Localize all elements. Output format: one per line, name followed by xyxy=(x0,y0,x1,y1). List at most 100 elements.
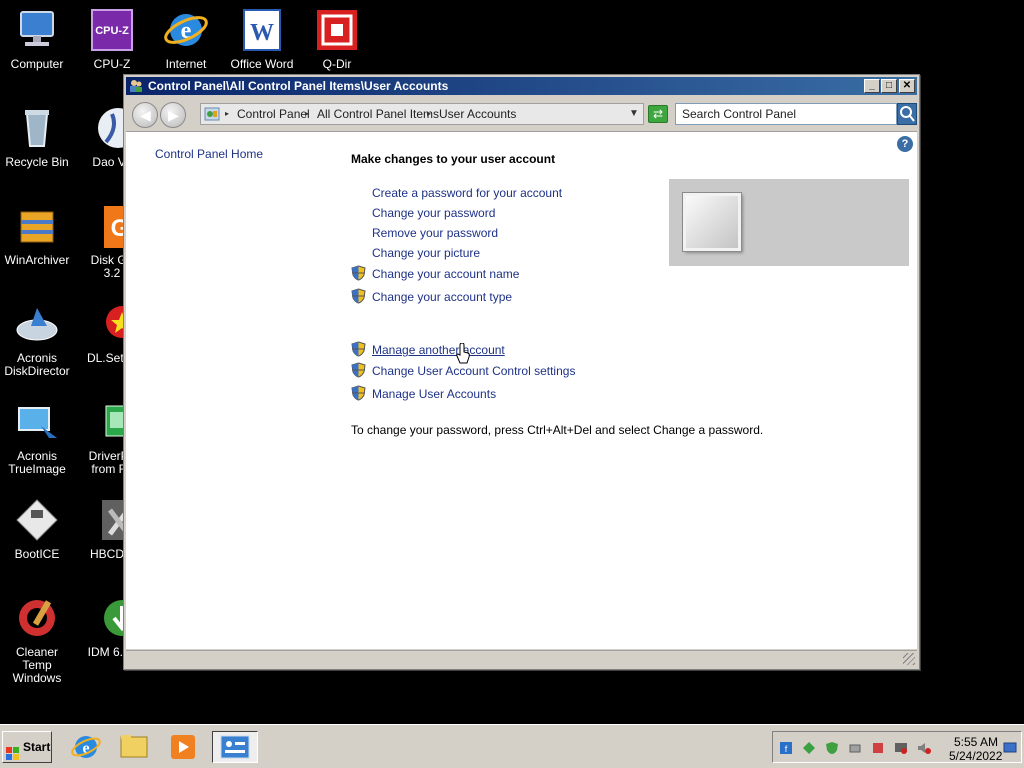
system-tray: f 5:55 AM 5/24/2022 xyxy=(772,731,1022,763)
desktop-icon-label: Acronis DiskDirector xyxy=(4,351,70,378)
manage-user-accounts-link[interactable]: Manage User Accounts xyxy=(372,387,496,401)
desktop-icon-recycle-bin[interactable]: Recycle Bin xyxy=(0,104,74,169)
refresh-button[interactable]: ⇄ xyxy=(648,105,668,123)
taskbar-control-panel[interactable] xyxy=(212,731,258,763)
start-label: Start xyxy=(23,740,51,754)
page-heading: Make changes to your user account xyxy=(351,152,556,166)
breadcrumb-control-panel[interactable]: Control Panel xyxy=(237,104,310,124)
navigation-toolbar: ◀ ▶ ▸ Control Panel ▸ All Control Panel … xyxy=(126,97,917,129)
word-icon: W xyxy=(238,6,286,54)
search-input[interactable]: Search Control Panel xyxy=(675,103,897,125)
control-panel-icon xyxy=(220,735,250,759)
breadcrumb-all-items[interactable]: All Control Panel Items xyxy=(317,104,439,124)
desktop-icon-acronis-trueimage[interactable]: Acronis TrueImage xyxy=(0,398,74,476)
desktop-icon-label: BootICE xyxy=(14,547,60,561)
desktop-icon-cpu-z[interactable]: CPU-Z CPU-Z xyxy=(75,6,149,71)
search-button[interactable] xyxy=(897,103,917,125)
desktop-icon-label: Acronis TrueImage xyxy=(8,449,66,476)
taskbar-media-player[interactable] xyxy=(163,731,203,763)
uac-shield-icon xyxy=(351,362,366,378)
help-icon[interactable]: ? xyxy=(897,136,913,152)
desktop-icon-label: Q-Dir xyxy=(322,57,352,71)
security-icon[interactable] xyxy=(825,741,839,755)
svg-text:CPU-Z: CPU-Z xyxy=(95,25,129,37)
address-bar[interactable]: ▸ Control Panel ▸ All Control Panel Item… xyxy=(200,103,644,125)
forward-button[interactable]: ▶ xyxy=(160,102,186,128)
change-uac-settings-link[interactable]: Change User Account Control settings xyxy=(372,364,575,378)
control-panel-icon xyxy=(204,106,220,122)
uac-shield-icon xyxy=(351,288,366,304)
archive-icon xyxy=(13,202,61,250)
status-bar xyxy=(126,650,917,667)
network-icon[interactable] xyxy=(802,741,816,755)
window-title: Control Panel\All Control Panel Items\Us… xyxy=(148,79,449,93)
change-account-type-link[interactable]: Change your account type xyxy=(372,290,512,304)
taskbar-internet-explorer[interactable]: e xyxy=(66,731,106,763)
volume-muted-icon[interactable] xyxy=(917,741,931,755)
desktop-icon-bootice[interactable]: BootICE xyxy=(0,496,74,561)
updates-icon[interactable] xyxy=(871,741,885,755)
forward-arrow-icon: ▶ xyxy=(168,107,179,123)
hand-cursor-icon xyxy=(456,342,470,365)
usb-icon[interactable] xyxy=(848,741,862,755)
address-dropdown-icon[interactable]: ▼ xyxy=(629,104,639,124)
desktop-icon-acronis-diskdirector[interactable]: Acronis DiskDirector xyxy=(0,300,74,378)
account-picture[interactable] xyxy=(682,192,742,252)
desktop-icon-label: CPU-Z xyxy=(93,57,131,71)
desktop-icon-internet[interactable]: e Internet xyxy=(149,6,223,71)
breadcrumb-chevron-icon[interactable]: ▸ xyxy=(225,104,229,124)
breadcrumb-chevron-icon[interactable]: ▸ xyxy=(427,104,431,124)
control-panel-window: Control Panel\All Control Panel Items\Us… xyxy=(123,74,920,670)
disk-director-icon xyxy=(13,300,61,348)
change-password-link[interactable]: Change your password xyxy=(372,206,495,220)
resize-grip-icon[interactable] xyxy=(903,653,915,665)
q-dir-icon xyxy=(313,6,361,54)
maximize-button[interactable]: □ xyxy=(881,79,897,93)
create-password-link[interactable]: Create a password for your account xyxy=(372,186,562,200)
account-picture-panel xyxy=(669,179,909,266)
cpu-z-icon: CPU-Z xyxy=(88,6,136,54)
content-pane: ? Control Panel Home Make changes to you… xyxy=(126,131,917,649)
desktop-icon-office-word[interactable]: W Office Word xyxy=(225,6,299,71)
breadcrumb-chevron-icon[interactable]: ▸ xyxy=(305,104,309,124)
uac-shield-icon xyxy=(351,265,366,281)
remove-password-link[interactable]: Remove your password xyxy=(372,226,498,240)
change-picture-link[interactable]: Change your picture xyxy=(372,246,480,260)
internet-explorer-icon: e xyxy=(71,736,101,758)
desktop-icon-computer[interactable]: Computer xyxy=(0,6,74,71)
taskbar: Start e f 5:55 AM 5/24/2022 xyxy=(0,724,1024,768)
start-button[interactable]: Start xyxy=(2,731,52,763)
windows-flag-icon xyxy=(6,741,20,760)
desktop-icon-label: Office Word xyxy=(230,57,294,71)
window-titlebar[interactable]: Control Panel\All Control Panel Items\Us… xyxy=(126,77,917,95)
folder-icon xyxy=(120,735,148,758)
floppy-icon xyxy=(13,496,61,544)
back-arrow-icon: ◀ xyxy=(140,107,151,123)
control-panel-home-link[interactable]: Control Panel Home xyxy=(155,147,263,161)
password-note: To change your password, press Ctrl+Alt+… xyxy=(351,423,764,437)
true-image-icon xyxy=(13,398,61,446)
desktop: Computer Recycle Bin WinArchiver Acronis… xyxy=(0,0,1024,768)
svg-text:W: W xyxy=(250,20,274,46)
taskbar-explorer[interactable] xyxy=(115,731,155,763)
minimize-button[interactable]: _ xyxy=(864,79,880,93)
desktop-icon-cleaner-temp[interactable]: Cleaner Temp Windows xyxy=(0,594,74,685)
change-account-name-link[interactable]: Change your account name xyxy=(372,267,519,281)
display-icon[interactable] xyxy=(894,741,908,755)
desktop-icon-label: WinArchiver xyxy=(4,253,70,267)
desktop-icon-winarchiver[interactable]: WinArchiver xyxy=(0,202,74,267)
media-player-icon xyxy=(171,735,195,759)
uac-shield-icon xyxy=(351,385,366,401)
recycle-bin-icon xyxy=(13,104,61,152)
desktop-icon-label: Cleaner Temp Windows xyxy=(12,645,62,685)
show-desktop-icon[interactable] xyxy=(1003,741,1017,755)
breadcrumb-user-accounts[interactable]: User Accounts xyxy=(439,104,516,124)
clock-time[interactable]: 5:55 AM xyxy=(954,735,998,749)
clock-date[interactable]: 5/24/2022 xyxy=(949,749,1002,763)
tray-app-icon[interactable]: f xyxy=(779,741,793,755)
close-button[interactable]: ✕ xyxy=(899,79,915,93)
back-button[interactable]: ◀ xyxy=(132,102,158,128)
desktop-icon-q-dir[interactable]: Q-Dir xyxy=(300,6,374,71)
desktop-icon-label: Internet xyxy=(165,57,207,71)
manage-another-account-link[interactable]: Manage another account xyxy=(372,343,505,357)
